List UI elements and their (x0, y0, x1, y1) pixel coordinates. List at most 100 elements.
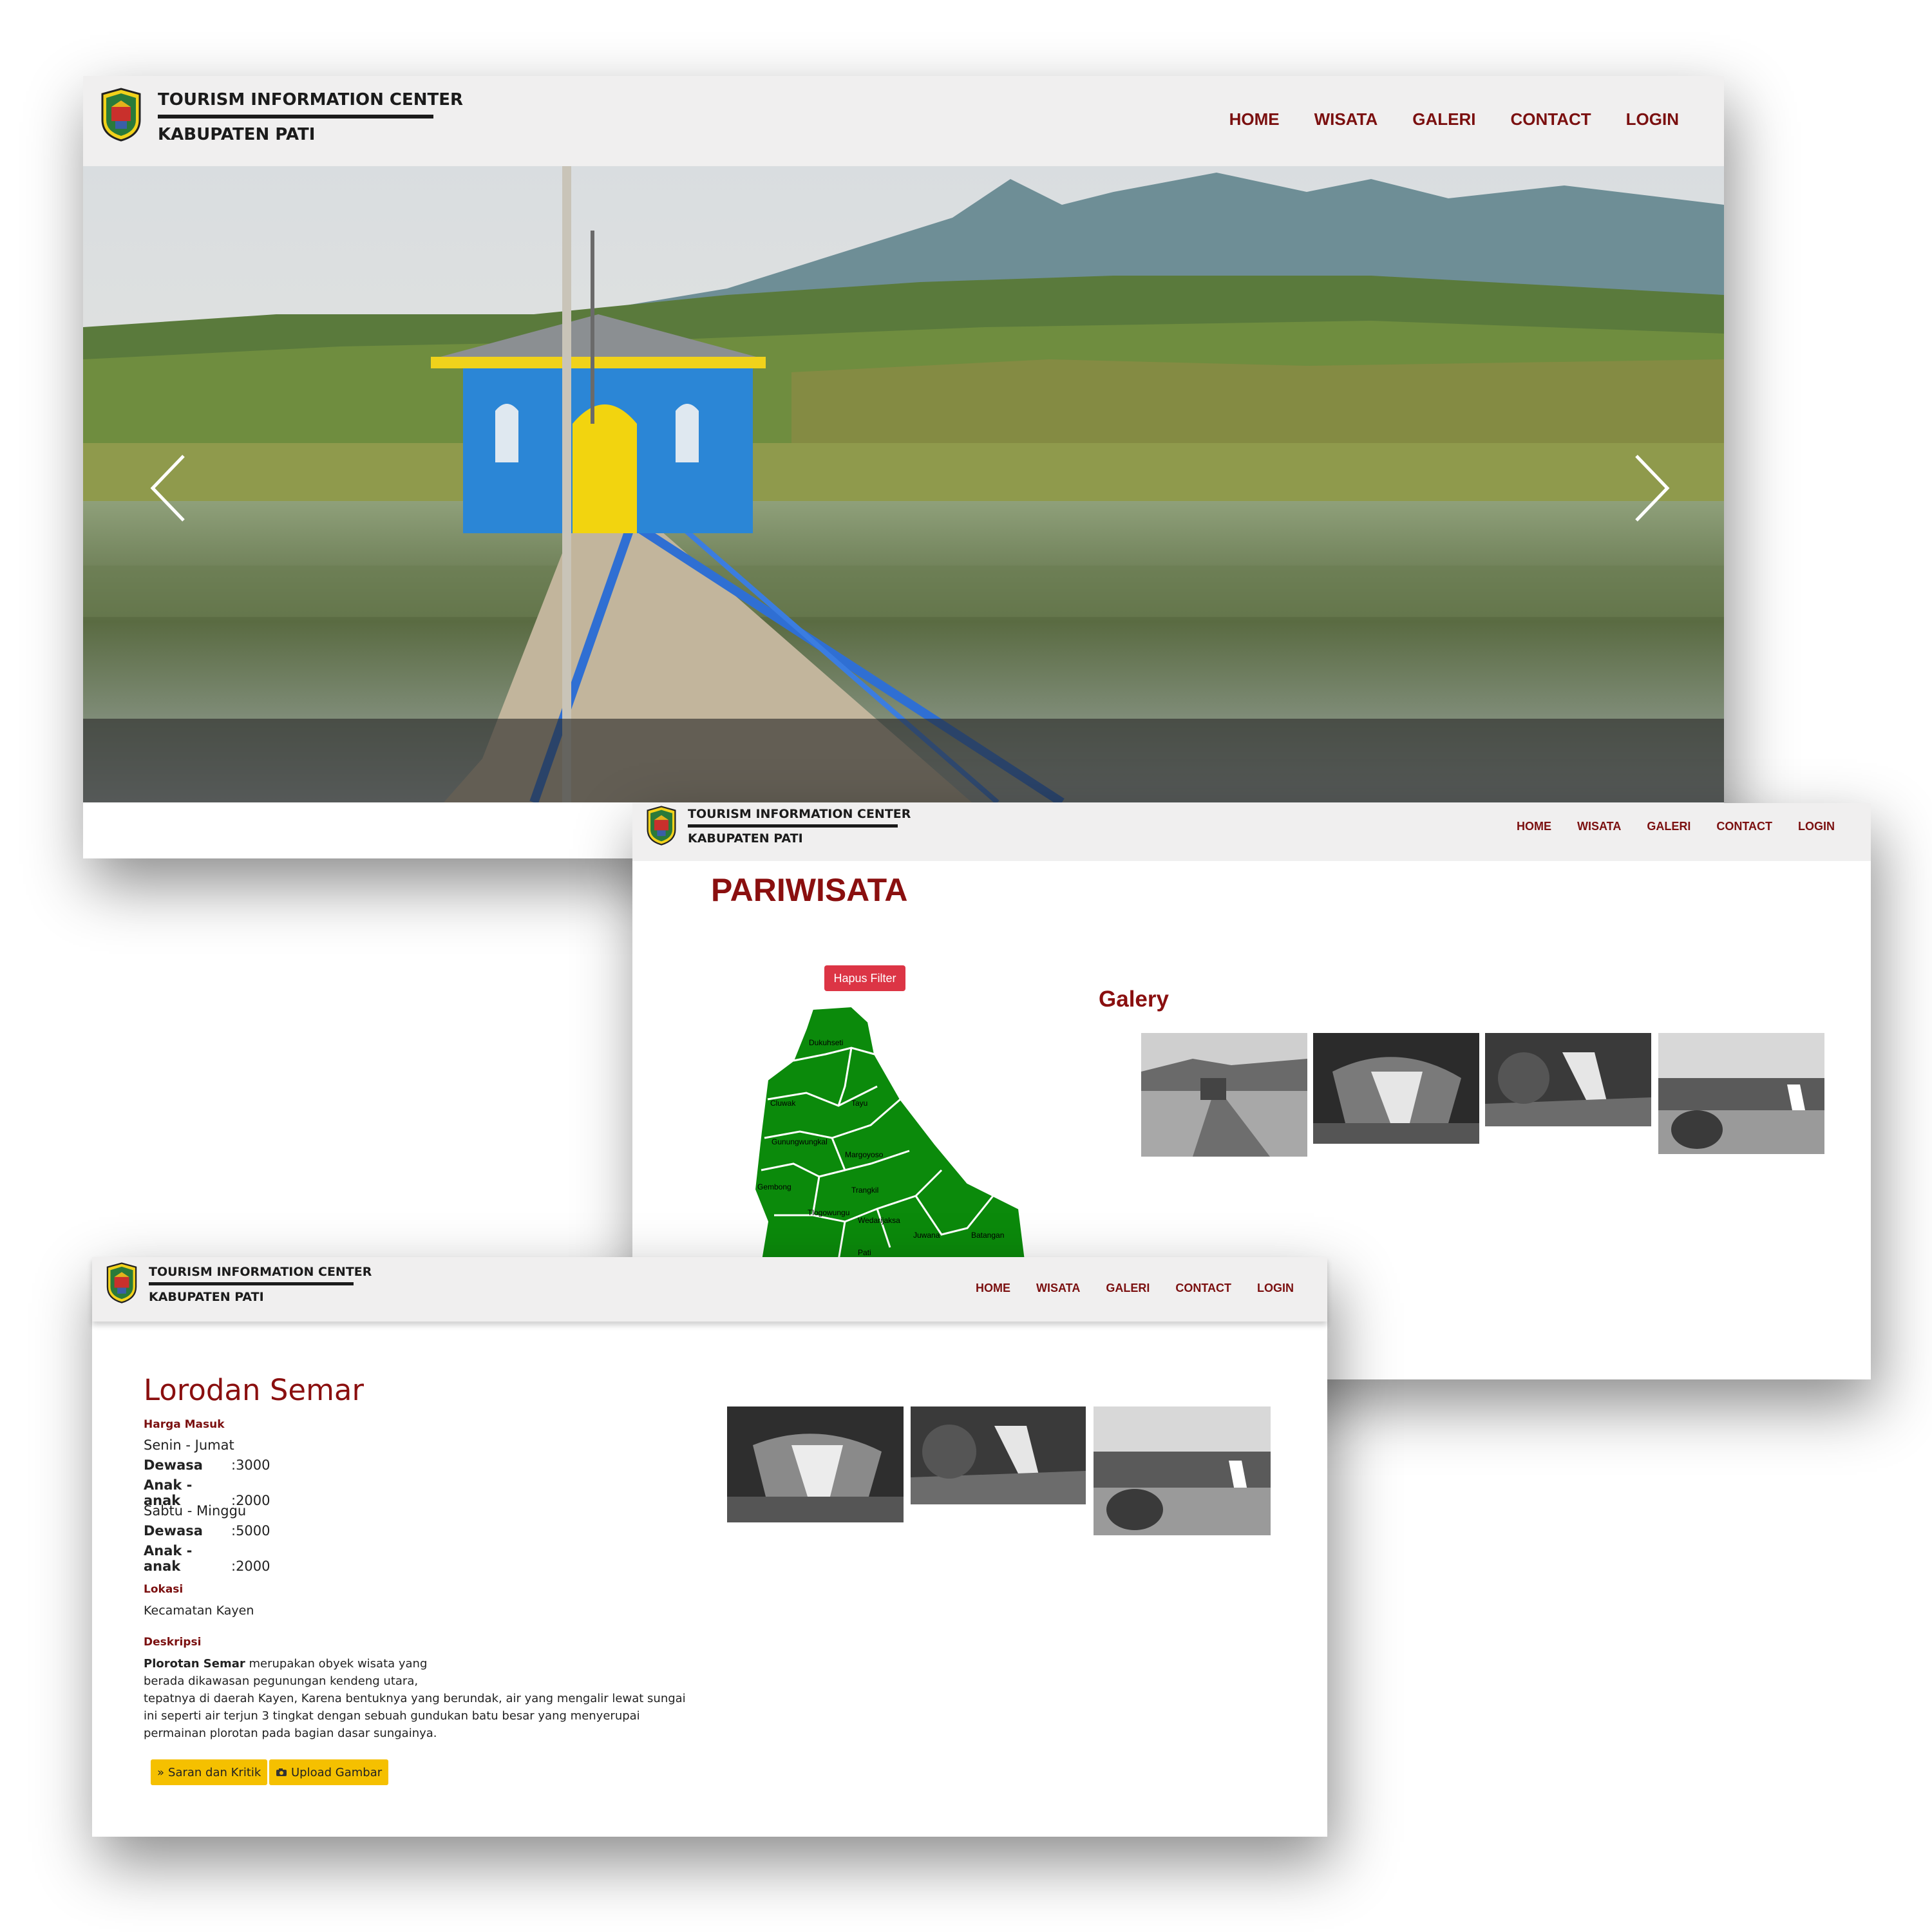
brand-title: TOURISM INFORMATION CENTER (158, 90, 464, 109)
nav-login[interactable]: LOGIN (1798, 820, 1835, 833)
hero-carousel[interactable] (83, 166, 1724, 802)
gallery-image[interactable] (1485, 1033, 1651, 1126)
brand-title: TOURISM INFORMATION CENTER (149, 1265, 372, 1279)
logo-emblem-icon (101, 88, 141, 142)
carousel-caption-bar (83, 719, 1724, 802)
gallery-photo (1313, 1033, 1479, 1144)
nav-wisata[interactable]: WISATA (1036, 1282, 1080, 1295)
map-label: Batangan (971, 1231, 1004, 1240)
nav-galeri[interactable]: GALERI (1647, 820, 1690, 833)
description-line: merupakan obyek wisata yang (245, 1657, 428, 1671)
gallery-image[interactable] (1658, 1033, 1824, 1154)
brand-subtitle: KABUPATEN PATI (149, 1290, 264, 1304)
map-label: Pati (858, 1248, 871, 1257)
district-map[interactable]: Dukuhseti Cluwak Tayu Gunungwungkal Marg… (748, 1003, 1032, 1260)
brand-divider (149, 1282, 354, 1285)
home-window: TOURISM INFORMATION CENTER KABUPATEN PAT… (83, 76, 1724, 858)
nav-galeri[interactable]: GALERI (1412, 109, 1475, 129)
feedback-label: Saran dan Kritik (168, 1765, 261, 1779)
map-label: Tlogowungu (808, 1208, 849, 1217)
price-key: Dewasa (144, 1523, 203, 1539)
map-label: Gembong (757, 1182, 791, 1191)
brand[interactable]: TOURISM INFORMATION CENTER KABUPATEN PAT… (645, 806, 911, 846)
description-heading: Deskripsi (144, 1636, 202, 1649)
weekday-label: Senin - Jumat (144, 1437, 234, 1453)
price-row: Dewasa :3000 (144, 1457, 270, 1473)
price-key: Anak - anak (144, 1543, 193, 1574)
page-title: PARIWISATA (711, 872, 908, 908)
brand[interactable]: TOURISM INFORMATION CENTER KABUPATEN PAT… (105, 1262, 372, 1304)
district-map-svg: Dukuhseti Cluwak Tayu Gunungwungkal Marg… (753, 1005, 1027, 1260)
main-nav: HOME WISATA GALERI CONTACT LOGIN (1229, 109, 1679, 129)
double-chevron-down-icon: » (157, 1765, 165, 1779)
upload-image-button[interactable]: Upload Gambar (269, 1759, 389, 1785)
description-line: berada dikawasan pegunungan kendeng utar… (144, 1674, 419, 1688)
nav-home[interactable]: HOME (1517, 820, 1551, 833)
nav-home[interactable]: HOME (1229, 109, 1280, 129)
map-label: Gunungwungkal (772, 1137, 828, 1146)
location-value: Kecamatan Kayen (144, 1604, 254, 1618)
logo-emblem-icon (106, 1262, 137, 1303)
map-label: Juwana (913, 1231, 940, 1240)
nav-wisata[interactable]: WISATA (1314, 109, 1378, 129)
chevron-left-icon[interactable] (145, 450, 196, 527)
gallery-photo (1485, 1033, 1651, 1126)
brand-title: TOURISM INFORMATION CENTER (688, 807, 911, 821)
weekend-label: Sabtu - Minggu (144, 1503, 247, 1519)
gallery-heading: Galery (1099, 987, 1169, 1012)
description-text: Plorotan Semar merupakan obyek wisata ya… (144, 1655, 710, 1742)
price-key: Dewasa (144, 1457, 203, 1473)
price-row: Dewasa :5000 (144, 1523, 270, 1539)
logo-emblem-icon (647, 806, 676, 846)
camera-icon (276, 1768, 287, 1776)
detail-window: TOURISM INFORMATION CENTER KABUPATEN PAT… (92, 1257, 1327, 1837)
nav-login[interactable]: LOGIN (1257, 1282, 1294, 1295)
gallery-image[interactable] (1313, 1033, 1479, 1144)
upload-label: Upload Gambar (291, 1765, 383, 1779)
map-label: Cluwak (770, 1099, 796, 1108)
brand-divider (688, 824, 898, 828)
clear-filter-button[interactable]: Hapus Filter (824, 965, 905, 991)
gallery-photo (1141, 1033, 1307, 1157)
nav-galeri[interactable]: GALERI (1106, 1282, 1150, 1295)
detail-image[interactable] (911, 1406, 1086, 1504)
nav-contact[interactable]: CONTACT (1175, 1282, 1231, 1295)
feedback-button[interactable]: » Saran dan Kritik (151, 1759, 268, 1785)
price-row: Anak - anak :2000 (144, 1543, 270, 1574)
map-label: Margoyoso (845, 1150, 884, 1159)
navbar: TOURISM INFORMATION CENTER KABUPATEN PAT… (92, 1257, 1327, 1321)
detail-photo (911, 1406, 1086, 1504)
description-bold: Plorotan Semar (144, 1657, 245, 1671)
description-line: ini seperti air terjun 3 tingkat dengan … (144, 1709, 640, 1723)
nav-home[interactable]: HOME (976, 1282, 1010, 1295)
detail-image[interactable] (1094, 1406, 1271, 1535)
price-heading: Harga Masuk (144, 1418, 225, 1431)
nav-wisata[interactable]: WISATA (1577, 820, 1621, 833)
detail-photo (727, 1406, 904, 1522)
gallery-image[interactable] (1141, 1033, 1307, 1157)
nav-contact[interactable]: CONTACT (1716, 820, 1772, 833)
destination-title: Lorodan Semar (144, 1373, 364, 1407)
hero-image (83, 166, 1724, 802)
main-nav: HOME WISATA GALERI CONTACT LOGIN (1517, 820, 1835, 833)
nav-contact[interactable]: CONTACT (1510, 109, 1591, 129)
price-value: :5000 (231, 1523, 270, 1539)
gallery-photo (1658, 1033, 1824, 1154)
map-label: Dukuhseti (809, 1038, 843, 1047)
price-value: :3000 (231, 1457, 270, 1473)
main-nav: HOME WISATA GALERI CONTACT LOGIN (976, 1282, 1294, 1295)
navbar: TOURISM INFORMATION CENTER KABUPATEN PAT… (83, 76, 1724, 166)
brand[interactable]: TOURISM INFORMATION CENTER KABUPATEN PAT… (100, 88, 463, 144)
nav-login[interactable]: LOGIN (1626, 109, 1679, 129)
brand-divider (158, 115, 433, 118)
description-line: permainan plorotan pada bagian dasar sun… (144, 1727, 437, 1740)
map-label: Tayu (851, 1099, 867, 1108)
brand-subtitle: KABUPATEN PATI (688, 831, 803, 846)
detail-image[interactable] (727, 1406, 904, 1522)
chevron-right-icon[interactable] (1624, 450, 1675, 527)
map-label: Trangkil (851, 1186, 878, 1195)
map-label: Wedarijaksa (858, 1216, 900, 1225)
price-value: :2000 (231, 1558, 270, 1574)
location-heading: Lokasi (144, 1583, 184, 1596)
detail-photo (1094, 1406, 1271, 1535)
